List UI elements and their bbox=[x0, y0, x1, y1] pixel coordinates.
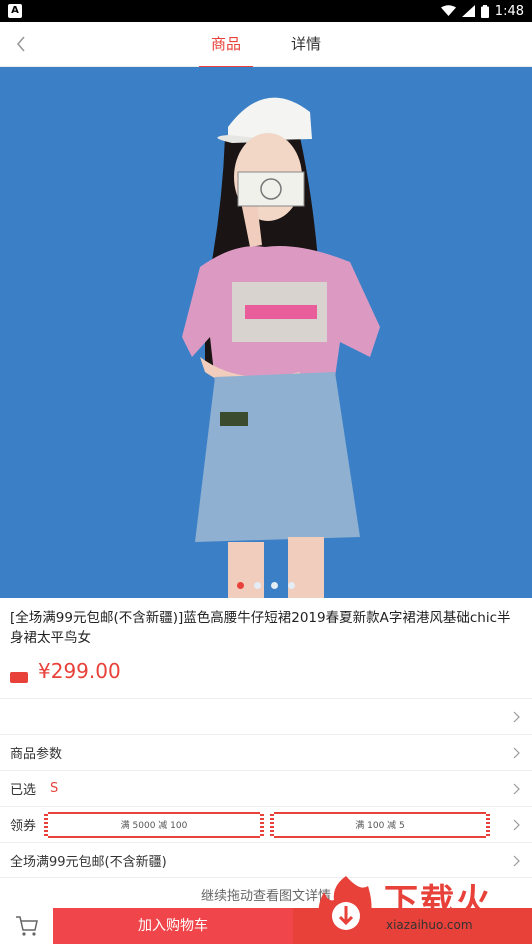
product-title: [全场满99元包邮(不含新疆)]蓝色高腰牛仔短裙2019春夏新款A字裙港风基础c… bbox=[10, 610, 511, 646]
price-badge-icon bbox=[10, 671, 28, 683]
status-icons: 1:48 bbox=[440, 0, 524, 22]
carousel-indicator bbox=[0, 582, 532, 589]
selected-label: 已选 bbox=[10, 783, 37, 798]
chevron-right-icon bbox=[513, 855, 520, 867]
watermark-subtitle: xiazaihuo.com bbox=[386, 918, 473, 932]
product-options: 商品参数 已选 S 领券 满 5000 减 100 满 100 减 5 全场满9… bbox=[0, 698, 532, 878]
tab-product[interactable]: 商品 bbox=[198, 22, 254, 68]
notification-icon: A bbox=[8, 4, 22, 18]
selected-row[interactable]: 已选 S bbox=[0, 770, 532, 806]
tab-bar: 商品 详情 bbox=[0, 22, 532, 68]
shipping-label: 全场满99元包邮(不含新疆) bbox=[10, 854, 167, 870]
params-row[interactable]: 商品参数 bbox=[0, 734, 532, 770]
signal-icon bbox=[461, 5, 475, 17]
carousel-dot bbox=[237, 582, 244, 589]
cart-icon[interactable] bbox=[14, 914, 40, 938]
chevron-right-icon bbox=[513, 783, 520, 795]
clock: 1:48 bbox=[494, 3, 524, 19]
watermark-title: 下载火 bbox=[384, 882, 492, 922]
product-photo bbox=[0, 67, 532, 598]
chevron-right-icon bbox=[513, 819, 520, 831]
status-bar: A 1:48 bbox=[0, 0, 532, 22]
carousel-dot bbox=[271, 582, 278, 589]
coupon-label: 领券 bbox=[10, 819, 37, 834]
tab-details[interactable]: 详情 bbox=[279, 22, 333, 67]
coupon-row[interactable]: 领券 满 5000 减 100 满 100 减 5 bbox=[0, 806, 532, 842]
wifi-icon bbox=[440, 5, 456, 17]
selected-value: S bbox=[50, 781, 59, 796]
carousel-dot bbox=[254, 582, 261, 589]
watermark-logo: 下载火 xiazaihuo.com bbox=[312, 872, 526, 940]
chevron-right-icon bbox=[513, 747, 520, 759]
add-to-cart-button[interactable]: 加入购物车 bbox=[53, 908, 293, 944]
price-row: ¥299.00 bbox=[10, 657, 121, 685]
coupon-ticket[interactable]: 满 100 减 5 bbox=[270, 811, 490, 838]
product-price: ¥299.00 bbox=[38, 659, 121, 683]
top-nav: 商品 详情 bbox=[0, 22, 532, 68]
coupon-ticket[interactable]: 满 5000 减 100 bbox=[44, 811, 264, 838]
empty-row[interactable] bbox=[0, 698, 532, 734]
carousel-dot bbox=[288, 582, 295, 589]
flame-logo-icon bbox=[318, 876, 372, 938]
chevron-right-icon bbox=[513, 711, 520, 723]
battery-icon bbox=[480, 4, 489, 18]
product-image-carousel[interactable] bbox=[0, 67, 532, 598]
params-label: 商品参数 bbox=[10, 747, 63, 762]
